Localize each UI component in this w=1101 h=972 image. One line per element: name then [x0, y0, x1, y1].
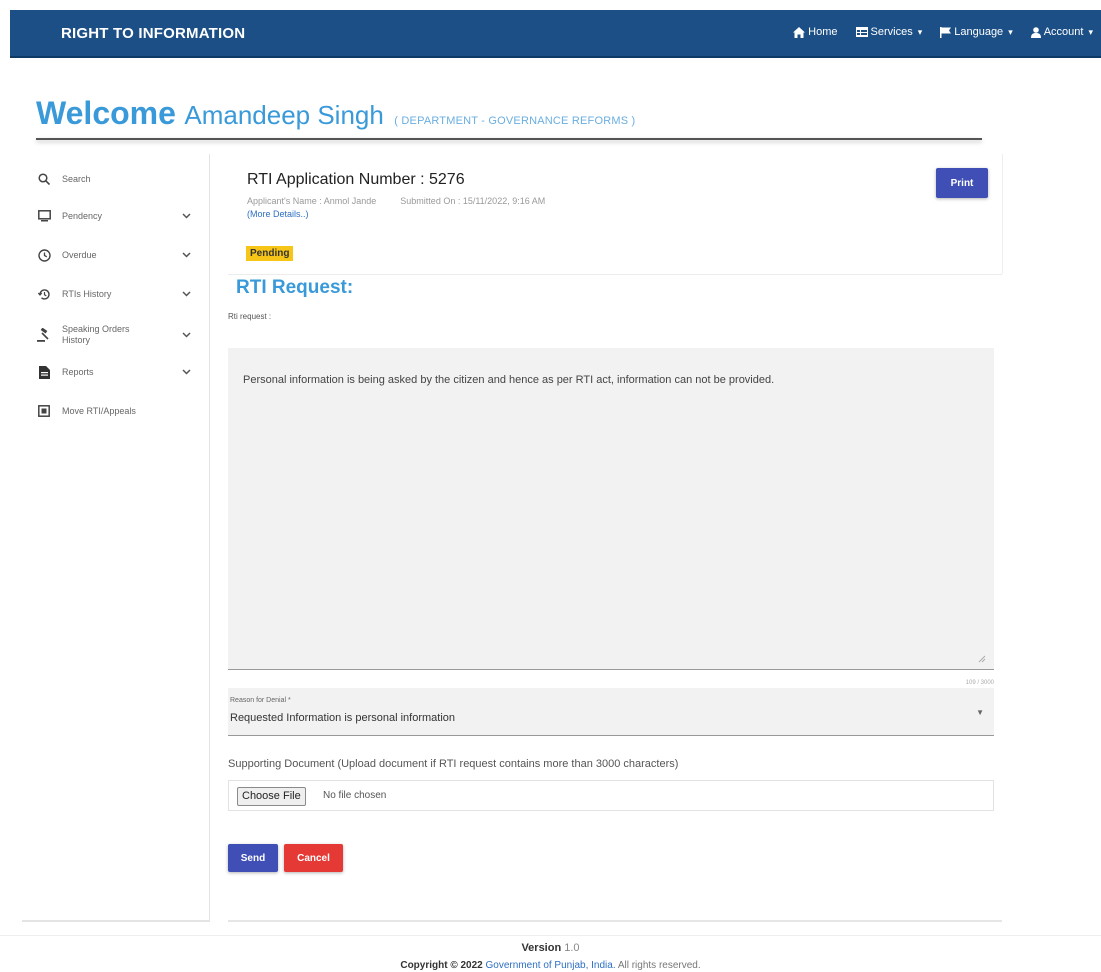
sidebar-item-search[interactable]: Search	[22, 164, 210, 194]
application-number: RTI Application Number : 5276	[247, 171, 465, 188]
cancel-button[interactable]: Cancel	[284, 844, 343, 872]
search-icon	[36, 171, 52, 187]
sidebar-item-label: Speaking Orders History	[62, 324, 130, 345]
sidebar-item-move-rti[interactable]: Move RTI/Appeals	[22, 396, 210, 426]
copyright-prefix: Copyright © 2022	[400, 960, 483, 971]
nav-services[interactable]: Services ▾	[855, 26, 923, 38]
chevron-down-icon	[182, 291, 191, 297]
version-number: 1.0	[564, 942, 580, 954]
sidebar-item-speaking-orders[interactable]: Speaking Orders History	[22, 318, 210, 352]
nav-account[interactable]: Account ▾	[1030, 26, 1093, 38]
top-navbar: RIGHT TO INFORMATION Home Services ▾ Lan…	[10, 10, 1101, 58]
denial-reason-label: Reason for Denial *	[230, 697, 291, 704]
application-header: RTI Application Number : 5276 Applicant'…	[228, 154, 1003, 274]
sidebar-item-label: RTIs History	[62, 288, 112, 299]
rti-request-textarea[interactable]: Personal information is being asked by t…	[228, 348, 994, 670]
move-icon	[36, 403, 52, 419]
dropdown-arrow-icon: ▼	[976, 708, 984, 717]
no-file-text: No file chosen	[323, 790, 387, 801]
rti-request-title: RTI Request:	[236, 277, 354, 298]
user-icon	[1030, 26, 1041, 38]
chevron-down-icon	[182, 369, 191, 375]
applicant-name: Applicant's Name : Anmol Jande	[247, 196, 377, 206]
character-counter: 109 / 3000	[965, 680, 994, 686]
file-icon	[36, 364, 52, 380]
sidebar-item-label: Pendency	[62, 210, 103, 221]
file-upload-field: Choose File No file chosen	[228, 780, 994, 811]
caret-down-icon: ▾	[1008, 26, 1013, 37]
main-content: RTI Application Number : 5276 Applicant'…	[228, 154, 1003, 922]
gavel-icon	[36, 327, 52, 343]
rti-request-text: Personal information is being asked by t…	[243, 374, 775, 386]
welcome-user-name: Amandeep Singh	[184, 100, 384, 130]
chevron-down-icon	[182, 213, 191, 219]
main-bottom-rule	[228, 920, 1002, 922]
rights-text: All rights reserved.	[617, 960, 701, 971]
clock-icon	[36, 247, 52, 263]
chevron-down-icon	[182, 252, 191, 258]
applicant-info: Applicant's Name : Anmol Jande Submitted …	[247, 196, 545, 206]
nav-services-label: Services	[870, 26, 913, 38]
government-link[interactable]: Government of Punjab, India.	[486, 960, 616, 971]
nav-home-label: Home	[808, 26, 838, 38]
history-icon	[36, 286, 52, 302]
sidebar-bottom-rule	[22, 920, 210, 922]
brand-title[interactable]: RIGHT TO INFORMATION	[61, 25, 245, 42]
resize-handle-icon[interactable]	[978, 655, 986, 663]
nav-language[interactable]: Language ▾	[940, 26, 1013, 38]
denial-reason-select[interactable]: Reason for Denial * Requested Informatio…	[228, 688, 994, 736]
more-details-link[interactable]: (More Details..)	[247, 209, 309, 219]
welcome-divider	[36, 138, 982, 140]
flag-icon	[940, 26, 952, 38]
submitted-on: Submitted On : 15/11/2022, 9:16 AM	[400, 196, 546, 206]
welcome-heading: Welcome Amandeep Singh ( DEPARTMENT - GO…	[36, 95, 635, 132]
nav-language-label: Language	[954, 26, 1004, 38]
sidebar-item-overdue[interactable]: Overdue	[22, 240, 210, 270]
sidebar-item-reports[interactable]: Reports	[22, 357, 210, 387]
print-button[interactable]: Print	[936, 168, 988, 198]
rti-request-label: Rti request :	[228, 312, 272, 321]
header-divider	[228, 274, 1002, 275]
version-label: Version	[521, 942, 562, 954]
nav-home[interactable]: Home	[793, 26, 838, 38]
chevron-down-icon	[182, 332, 191, 338]
denial-reason-value: Requested Information is personal inform…	[230, 712, 456, 724]
version-info: Version 1.0	[0, 942, 1101, 954]
main-nav: Home Services ▾ Language ▾ Account ▾	[793, 26, 1093, 38]
supporting-document-label: Supporting Document (Upload document if …	[228, 758, 679, 770]
choose-file-button[interactable]: Choose File	[237, 787, 306, 806]
sidebar-item-label: Reports	[62, 366, 94, 377]
sidebar-item-label: Overdue	[62, 249, 97, 260]
welcome-department: ( DEPARTMENT - GOVERNANCE REFORMS )	[394, 115, 636, 127]
sidebar: Search Pendency Overdue RTIs History Spe…	[22, 154, 210, 922]
status-badge: Pending	[246, 246, 294, 261]
nav-account-label: Account	[1043, 26, 1084, 38]
sidebar-item-pendency[interactable]: Pendency	[22, 201, 210, 231]
sidebar-item-rtis-history[interactable]: RTIs History	[22, 279, 210, 309]
copyright: Copyright © 2022 Government of Punjab, I…	[0, 960, 1101, 971]
sidebar-item-label: Move RTI/Appeals	[62, 405, 136, 416]
caret-down-icon: ▾	[1088, 26, 1093, 37]
sidebar-item-label: Search	[62, 173, 91, 184]
send-button[interactable]: Send	[228, 844, 278, 872]
table-icon	[855, 27, 868, 37]
footer-divider	[0, 935, 1101, 936]
caret-down-icon: ▾	[917, 26, 923, 37]
home-icon	[793, 26, 806, 38]
welcome-prefix: Welcome	[36, 95, 176, 131]
monitor-icon	[36, 208, 52, 224]
